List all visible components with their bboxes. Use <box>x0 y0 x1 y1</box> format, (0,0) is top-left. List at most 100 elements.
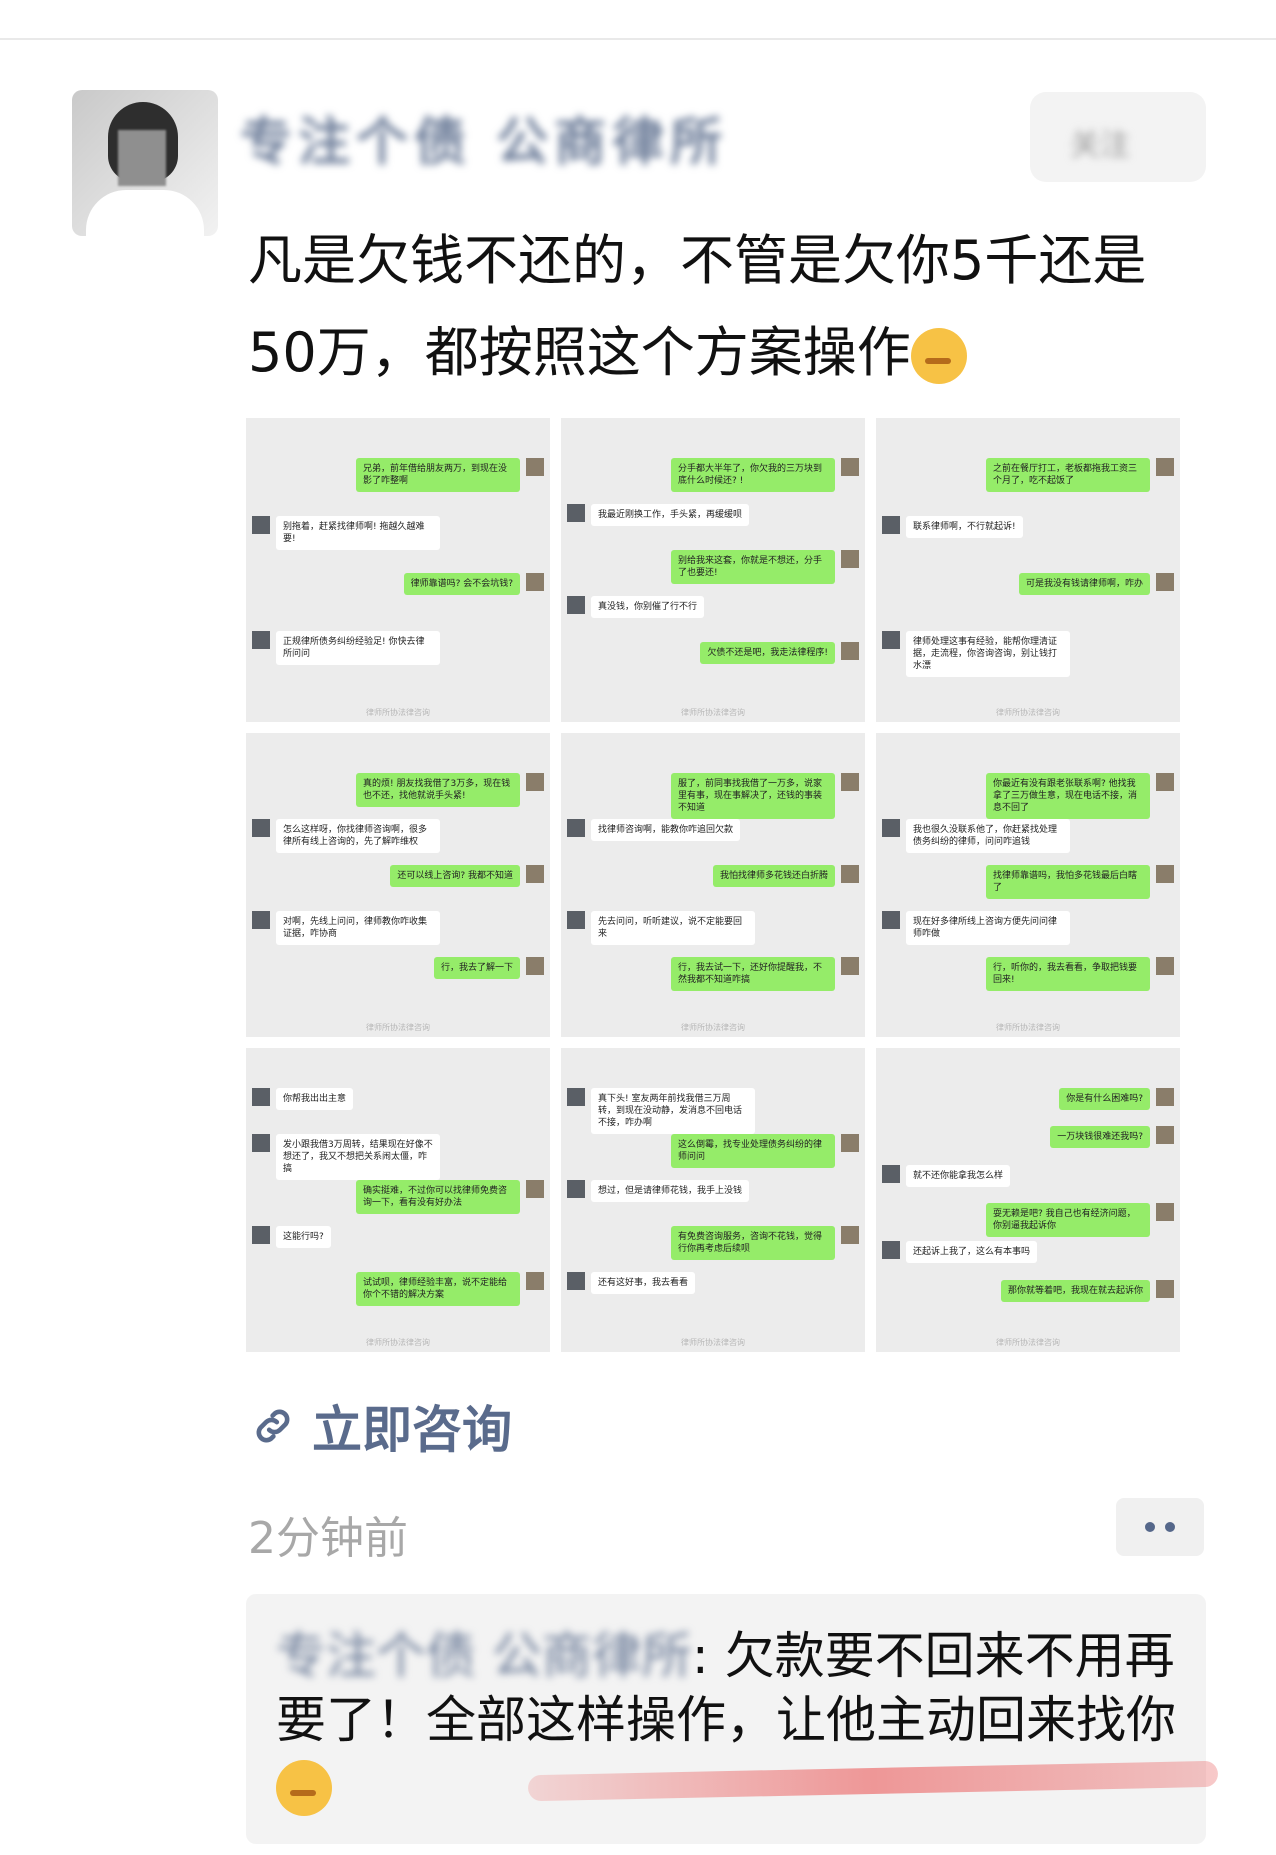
chat-avatar-icon <box>1156 865 1174 883</box>
chat-avatar-icon <box>526 957 544 975</box>
link-icon <box>256 1409 290 1443</box>
chat-message: 服了，前同事找我借了一万多，说家里有事，现在事解决了，还钱的事装不知道 <box>671 773 859 819</box>
chat-message: 还可以线上咨询? 我都不知道 <box>390 865 544 887</box>
chat-avatar-icon <box>1156 573 1174 591</box>
chat-bubble: 有免费咨询服务，咨询不花钱，觉得行你再考虑后续呗 <box>671 1226 835 1260</box>
chat-message: 一万块钱很难还我吗? <box>1050 1126 1174 1149</box>
chat-screenshot[interactable]: 真的烦! 朋友找我借了3万多，现在钱也不还，找他就说手头紧! 怎么这样呀，你找律师… <box>246 733 550 1037</box>
post-text: 凡是欠钱不还的，不管是欠你5千还是50万，都按照这个方案操作 <box>248 215 1188 399</box>
chat-message: 有免费咨询服务，咨询不花钱，觉得行你再考虑后续呗 <box>671 1226 859 1260</box>
chat-message: 试试呗，律师经验丰富，说不定能给你个不错的解决方案 <box>356 1272 544 1306</box>
chat-message: 律师靠谱吗? 会不会坑钱? <box>403 573 544 595</box>
chat-bubble: 找律师咨询啊，能教你咋追回欠款 <box>591 819 741 841</box>
chat-bubble: 找律师靠谱吗，我怕多花钱最后白瞎了 <box>986 865 1150 899</box>
chat-message: 想过，但是请律师花钱，我手上没钱 <box>567 1180 750 1202</box>
chat-avatar-icon <box>567 596 585 614</box>
chat-bubble: 服了，前同事找我借了一万多，说家里有事，现在事解决了，还钱的事装不知道 <box>671 773 835 819</box>
comment-author[interactable]: 专注个债 公商律所 <box>276 1627 692 1685</box>
chat-message: 这能行吗? <box>252 1226 331 1248</box>
consult-link[interactable]: 立即咨询 <box>250 1390 512 1462</box>
chat-message: 我最近刚换工作，手头紧，再缓缓呗 <box>567 504 750 526</box>
chat-bubble: 律师靠谱吗? 会不会坑钱? <box>403 573 520 595</box>
chat-avatar-icon <box>841 957 859 975</box>
chat-screenshot[interactable]: 兄弟，前年借给朋友两万，到现在没影了咋整啊 别拖着，赶紧找律师啊! 拖越久越难要!… <box>246 418 550 722</box>
chat-bubble: 还可以线上咨询? 我都不知道 <box>390 865 520 887</box>
chat-screenshot[interactable]: 分手都大半年了，你欠我的三万块到底什么时候还? ! 我最近刚换工作，手头紧，再缓缓… <box>561 418 865 722</box>
chat-bubble: 可是我没有钱请律师啊，咋办 <box>1018 573 1150 595</box>
chat-message: 还起诉上我了，这么有本事吗 <box>882 1241 1038 1264</box>
chat-bubble: 我最近刚换工作，手头紧，再缓缓呗 <box>591 504 750 526</box>
chat-message: 就不还你能拿我怎么样 <box>882 1164 1011 1187</box>
chat-message: 现在好多律所线上咨询方便先问问律师咋做 <box>882 911 1070 945</box>
screenshot-watermark: 律师所协法律咨询 <box>681 1023 745 1032</box>
chat-message: 正规律所债务纠纷经验足! 你快去律所问问 <box>252 630 440 665</box>
image-grid: 兄弟，前年借给朋友两万，到现在没影了咋整啊 别拖着，赶紧找律师啊! 拖越久越难要!… <box>246 418 1180 1352</box>
chat-avatar-icon <box>882 1164 900 1183</box>
follow-button[interactable]: 关注 <box>1030 92 1206 182</box>
chat-bubble: 别拖着，赶紧找律师啊! 拖越久越难要! <box>276 515 440 550</box>
chat-avatar-icon <box>526 773 544 791</box>
chat-screenshot[interactable]: 服了，前同事找我借了一万多，说家里有事，现在事解决了，还钱的事装不知道 找律师咨询… <box>561 733 865 1037</box>
screenshot-watermark: 律师所协法律咨询 <box>366 1338 430 1347</box>
chat-avatar-icon <box>526 1272 544 1290</box>
chat-screenshot[interactable]: 你是有什么困难吗? 一万块钱很难还我吗? 就不还你能拿我怎么样耍无赖是吧? 我自己也… <box>876 1048 1180 1352</box>
chat-screenshot[interactable]: 你帮我出出主意 发小跟我借3万周转，结果现在好像不想还了，我又不想把关系闹太僵，咋… <box>246 1048 550 1352</box>
author-avatar[interactable] <box>72 90 218 236</box>
chat-bubble: 想过，但是请律师花钱，我手上没钱 <box>591 1180 750 1202</box>
chat-screenshot[interactable]: 你最近有没有跟老张联系啊? 他找我拿了三万做生意，现在电话不接，消息不回了 我也很… <box>876 733 1180 1037</box>
chat-bubble: 对啊，先线上问问，律师教你咋收集证据，咋协商 <box>276 911 440 945</box>
chat-bubble: 还有这好事，我去看看 <box>591 1272 696 1294</box>
author-name[interactable]: 专注个债 公商律所 <box>240 100 728 175</box>
chat-screenshot[interactable]: 真下头! 室友两年前找我借三万周转，到现在没动静，发消息不回电话不接，咋办啊 这么… <box>561 1048 865 1352</box>
chat-message: 律师处理这事有经验，能帮你理清证据，走流程，你咨询咨询，别让钱打水漂 <box>882 630 1070 677</box>
chat-bubble: 还起诉上我了，这么有本事吗 <box>906 1241 1038 1264</box>
screenshot-watermark: 律师所协法律咨询 <box>996 1338 1060 1347</box>
more-dot-icon <box>1165 1522 1175 1532</box>
chat-message: 怎么这样呀，你找律师咨询啊，很多律所有线上咨询的，先了解咋维权 <box>252 819 440 853</box>
chat-screenshot[interactable]: 之前在餐厅打工，老板都拖我工资三个月了，吃不起饭了 联系律师啊，不行就起诉! 可是我… <box>876 418 1180 722</box>
chat-avatar-icon <box>252 630 270 649</box>
chat-avatar-icon <box>1156 1088 1174 1106</box>
chat-message: 行，我去试一下，还好你提醒我，不然我都不知道咋搞 <box>671 957 859 991</box>
chat-message: 分手都大半年了，你欠我的三万块到底什么时候还? ! <box>671 458 859 492</box>
chat-message: 你是有什么困难吗? <box>1059 1088 1174 1110</box>
screenshot-watermark: 律师所协法律咨询 <box>366 708 430 717</box>
chat-message: 行，我去了解一下 <box>433 957 544 979</box>
chat-bubble: 耍无赖是吧? 我自己也有经济问题，你别逼我起诉你 <box>986 1203 1150 1237</box>
chat-message: 联系律师啊，不行就起诉! <box>882 515 1023 538</box>
chat-message: 这么倒霉，找专业处理债务纠纷的律师问问 <box>671 1134 859 1168</box>
more-dot-icon <box>1145 1522 1155 1532</box>
chat-avatar-icon <box>1156 458 1174 476</box>
chat-bubble: 欠债不还是吧，我走法律程序! <box>700 642 835 664</box>
chat-message: 欠债不还是吧，我走法律程序! <box>700 642 859 664</box>
chat-avatar-icon <box>526 458 544 476</box>
chat-message: 找律师靠谱吗，我怕多花钱最后白瞎了 <box>986 865 1174 899</box>
chat-bubble: 现在好多律所线上咨询方便先问问律师咋做 <box>906 911 1070 945</box>
chat-avatar-icon <box>1156 1126 1174 1145</box>
avatar-face-mosaic <box>118 130 166 186</box>
chat-message: 真没钱，你别催了行不行 <box>567 596 705 618</box>
chat-avatar-icon <box>567 911 585 929</box>
screenshot-watermark: 律师所协法律咨询 <box>996 1023 1060 1032</box>
chat-bubble: 试试呗，律师经验丰富，说不定能给你个不错的解决方案 <box>356 1272 520 1306</box>
chat-message: 真下头! 室友两年前找我借三万周转，到现在没动静，发消息不回电话不接，咋办啊 <box>567 1088 755 1134</box>
chat-bubble: 这么倒霉，找专业处理债务纠纷的律师问问 <box>671 1134 835 1168</box>
chat-bubble: 先去问问，听听建议，说不定能要回来 <box>591 911 755 945</box>
chat-avatar-icon <box>1156 773 1174 791</box>
chat-message: 耍无赖是吧? 我自己也有经济问题，你别逼我起诉你 <box>986 1203 1174 1237</box>
chat-avatar-icon <box>841 773 859 791</box>
chat-bubble: 我也很久没联系他了，你赶紧找处理债务纠纷的律师，问问咋追钱 <box>906 819 1070 853</box>
chat-message: 发小跟我借3万周转，结果现在好像不想还了，我又不想把关系闹太僵，咋搞 <box>252 1134 440 1180</box>
chat-avatar-icon <box>841 1134 859 1152</box>
chat-bubble: 真没钱，你别催了行不行 <box>591 596 705 618</box>
chat-bubble: 我怕找律师多花钱还白折腾 <box>712 865 835 887</box>
chat-message: 我也很久没联系他了，你赶紧找处理债务纠纷的律师，问问咋追钱 <box>882 819 1070 853</box>
chat-bubble: 正规律所债务纠纷经验足! 你快去律所问问 <box>276 630 440 665</box>
chat-message: 找律师咨询啊，能教你咋追回欠款 <box>567 819 741 841</box>
top-divider <box>0 38 1276 40</box>
chat-message: 还有这好事，我去看看 <box>567 1272 696 1294</box>
more-options-button[interactable] <box>1116 1498 1204 1556</box>
chat-avatar-icon <box>1156 1203 1174 1221</box>
avatar-body <box>86 190 204 236</box>
chat-avatar-icon <box>526 573 544 591</box>
